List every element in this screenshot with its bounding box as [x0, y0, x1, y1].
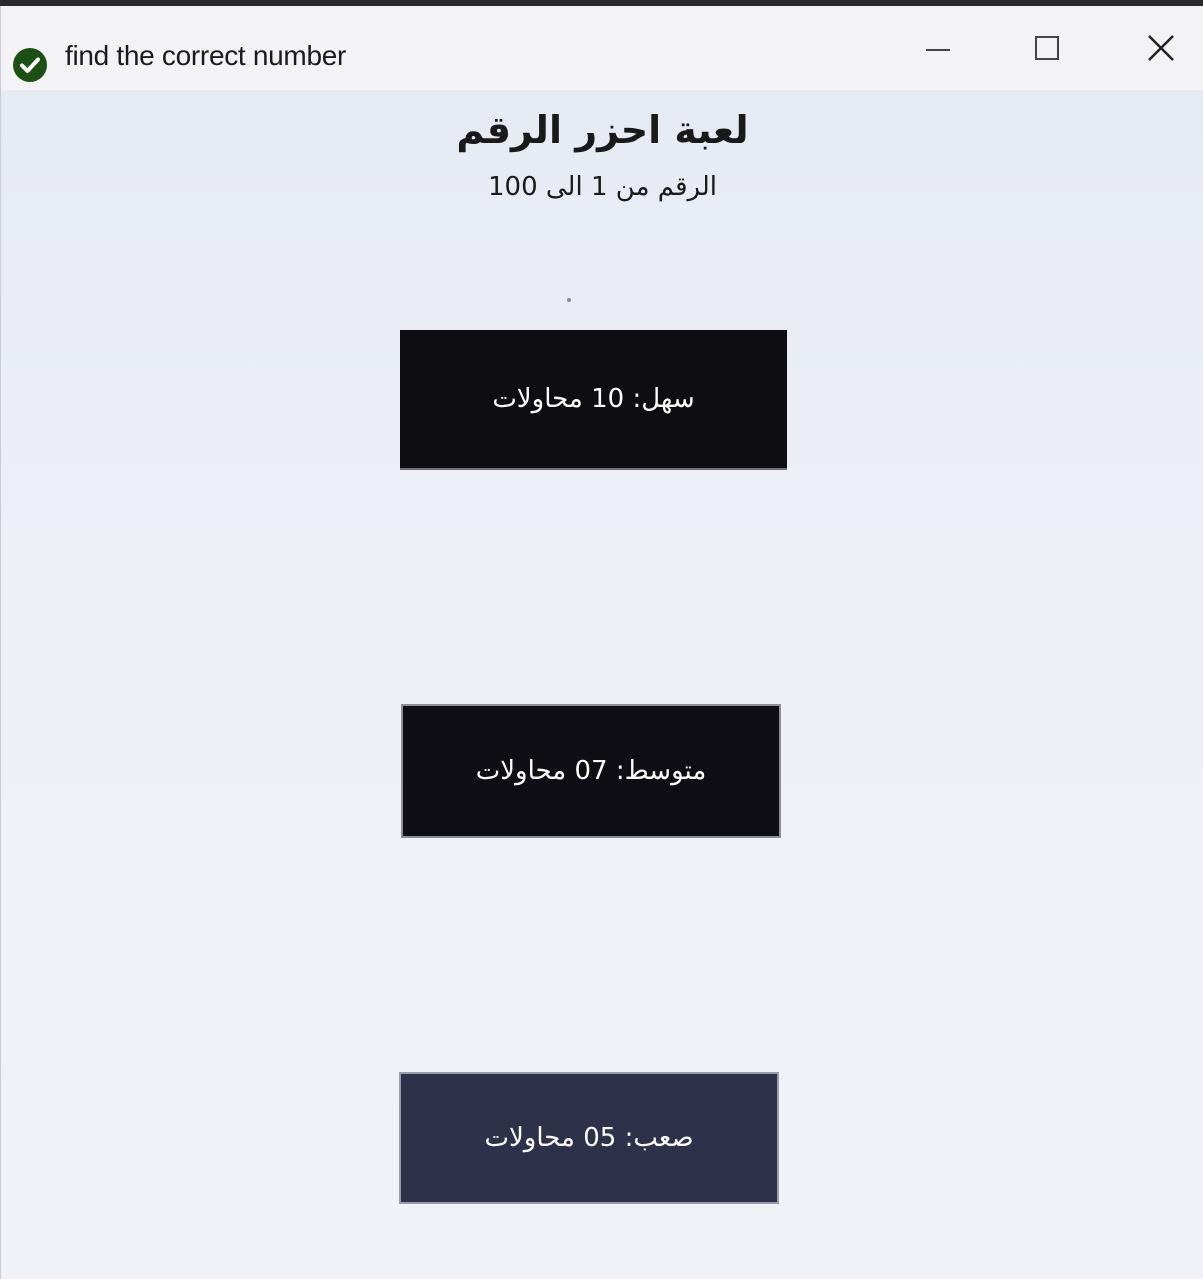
range-label: الرقم من 1 الى 100 — [487, 172, 718, 202]
maximize-button[interactable] — [1015, 20, 1079, 76]
minimize-button[interactable] — [906, 20, 970, 76]
medium-button[interactable]: متوسط: 07 محاولات — [401, 704, 781, 838]
maximize-icon — [1035, 36, 1059, 60]
close-button[interactable] — [1129, 20, 1193, 76]
checkmark-icon — [13, 48, 47, 82]
hard-button[interactable]: صعب: 05 محاولات — [399, 1072, 779, 1204]
game-title: لعبة احزر الرقم — [456, 108, 749, 152]
minimize-icon — [926, 49, 950, 51]
title-bar[interactable]: find the correct number — [1, 6, 1203, 90]
easy-button[interactable]: سهل: 10 محاولات — [400, 330, 787, 470]
status-dot — [567, 298, 571, 302]
window-title: find the correct number — [65, 40, 347, 71]
close-icon — [1148, 35, 1174, 61]
game-panel: لعبة احزر الرقم الرقم من 1 الى 100 سهل: … — [1, 90, 1203, 1279]
app-window: find the correct number لعبة احزر الرقم … — [0, 6, 1203, 1279]
